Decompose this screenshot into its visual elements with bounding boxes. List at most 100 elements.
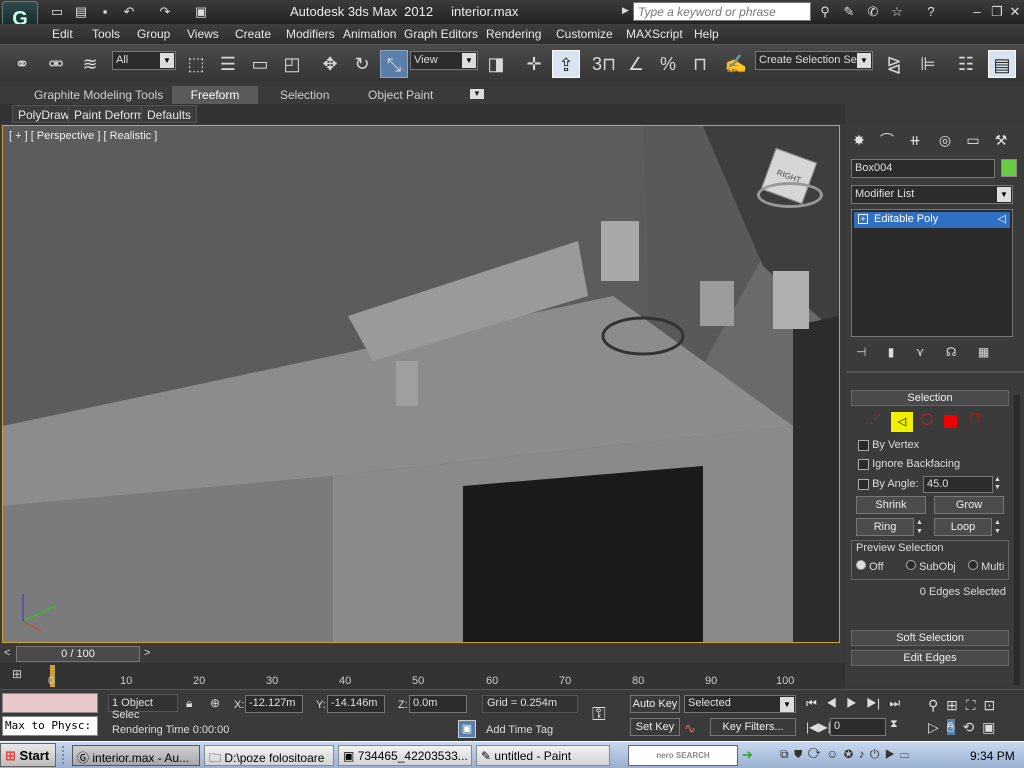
go-to-end-icon[interactable]: ⏭: [889, 696, 900, 710]
rotate-icon[interactable]: ↻: [348, 50, 376, 78]
zoom-all-icon[interactable]: ⊞: [946, 697, 958, 713]
time-next-icon[interactable]: >: [144, 647, 150, 659]
window-crossing-icon[interactable]: ◰: [278, 50, 306, 78]
loop-spinner-arrows[interactable]: ▲ ▼: [994, 518, 1004, 536]
task-folder[interactable]: 🗀︎ D:\poze folositoare: [204, 745, 334, 766]
viewport-label[interactable]: [ + ] [ Perspective ] [ Realistic ]: [9, 130, 157, 142]
help-icon[interactable]: ?: [922, 3, 940, 20]
reference-coordinate-dropdown[interactable]: View ▼: [410, 51, 478, 70]
by-angle-row[interactable]: By Angle:: [858, 478, 919, 490]
tray-player-icon[interactable]: ▶: [885, 747, 895, 761]
task-3dsmax[interactable]: Ⓖ interior.max - Au...: [72, 745, 200, 766]
time-configuration-icon[interactable]: ⧗: [890, 718, 898, 731]
graphite-ribbon-toggle-icon[interactable]: ▤: [988, 50, 1016, 78]
field-of-view-icon[interactable]: ▷: [928, 719, 939, 735]
by-vertex-row[interactable]: By Vertex: [858, 439, 919, 451]
scale-icon[interactable]: ⤡: [380, 50, 408, 78]
ring-spinner-arrows[interactable]: ▲ ▼: [916, 518, 926, 536]
search-arrow-icon[interactable]: ▶: [622, 5, 629, 16]
tray-messenger-icon[interactable]: ☺: [826, 747, 838, 761]
key-mode-toggle-icon[interactable]: |◀▶|: [806, 720, 831, 734]
menu-rendering[interactable]: Rendering: [486, 27, 541, 41]
ring-button[interactable]: Ring: [856, 518, 914, 536]
element-mode-icon[interactable]: ❒: [966, 412, 984, 430]
select-manipulate-icon[interactable]: ✛: [520, 50, 548, 78]
set-key-button[interactable]: Set Key: [630, 718, 680, 736]
y-coordinate-field[interactable]: -14.146m: [327, 695, 385, 713]
by-vertex-checkbox[interactable]: [858, 439, 869, 451]
zoom-icon[interactable]: ⚲: [928, 697, 938, 713]
display-tab-icon[interactable]: ▭: [962, 129, 984, 151]
selection-filter-dropdown[interactable]: All ▼: [112, 51, 176, 70]
search-input[interactable]: Type a keyword or phrase: [633, 2, 811, 21]
subscription-icon[interactable]: ✎: [840, 3, 858, 20]
next-frame-icon[interactable]: ▶|: [866, 696, 880, 710]
select-object-icon[interactable]: ⬚: [182, 50, 210, 78]
modify-tab-icon[interactable]: ⌒: [876, 129, 898, 151]
tab-object-paint[interactable]: Object Paint: [358, 86, 443, 104]
time-slider[interactable]: < 0 / 100 >: [0, 645, 845, 663]
time-slider-thumb[interactable]: 0 / 100: [16, 646, 140, 662]
create-tab-icon[interactable]: ✸: [848, 129, 870, 151]
preview-off-radio[interactable]: [856, 560, 866, 570]
favorites-icon[interactable]: ☆: [888, 3, 906, 20]
rectangular-selection-icon[interactable]: ▭: [246, 50, 274, 78]
go-arrow-icon[interactable]: ➔: [742, 747, 753, 763]
current-frame-field[interactable]: 0: [830, 718, 886, 736]
utilities-tab-icon[interactable]: ⚒: [990, 129, 1012, 151]
angle-spinner-input[interactable]: 45.0: [923, 476, 993, 493]
named-selection-set-dropdown[interactable]: Create Selection Se ▼: [755, 51, 873, 70]
paint-deform-button[interactable]: Paint Deform: [68, 105, 151, 123]
menu-group[interactable]: Group: [137, 27, 170, 41]
open-file-icon[interactable]: ▤: [72, 3, 90, 20]
maxscript-mini-listener[interactable]: Max to Physc:: [2, 716, 98, 736]
soft-selection-rollout-header[interactable]: Soft Selection: [851, 630, 1009, 646]
viewcube-ring[interactable]: [757, 182, 823, 208]
spinner-snap-icon[interactable]: ⊓: [686, 50, 714, 78]
move-icon[interactable]: ✥: [316, 50, 344, 78]
tray-shield-icon[interactable]: ⛊: [794, 747, 803, 761]
minimize-icon[interactable]: –: [968, 3, 986, 20]
viewcube[interactable]: RIGHT: [755, 147, 827, 214]
tray-security-icon[interactable]: ✪: [844, 747, 853, 761]
unlink-icon[interactable]: ⚮: [42, 50, 70, 78]
edit-named-selection-icon[interactable]: ✍: [722, 50, 750, 78]
show-end-result-icon[interactable]: ▮: [888, 345, 895, 359]
mirror-icon[interactable]: ⧎: [880, 50, 908, 78]
menu-maxscript[interactable]: MAXScript: [626, 27, 683, 41]
zoom-extents-all-icon[interactable]: ⊡: [983, 697, 995, 713]
stack-item-editable-poly[interactable]: + Editable Poly ◁: [854, 212, 1010, 228]
orbit-icon[interactable]: ⟲: [963, 719, 975, 735]
remove-modifier-icon[interactable]: ☊: [946, 345, 957, 359]
edge-mode-icon[interactable]: ◁: [891, 412, 913, 432]
tray-volume-icon[interactable]: ♪: [859, 747, 865, 761]
select-by-name-icon[interactable]: ☰: [214, 50, 242, 78]
make-unique-icon[interactable]: ⋎: [916, 345, 925, 359]
redo-icon[interactable]: ↷: [156, 3, 174, 20]
snaps-toggle-icon[interactable]: 3⊓: [590, 50, 618, 78]
isolate-toggle-icon[interactable]: ▣: [458, 720, 476, 738]
track-bar[interactable]: ⊞ 0 10 20 30 40 50 60 70 80 90 100: [0, 663, 845, 689]
preview-off-option[interactable]: Off: [856, 560, 884, 573]
lock-selection-icon[interactable]: 🔒︎: [186, 696, 192, 711]
preview-multi-option[interactable]: Multi: [968, 560, 1004, 573]
motion-tab-icon[interactable]: ◎: [934, 129, 956, 151]
menu-views[interactable]: Views: [187, 27, 219, 41]
tab-freeform[interactable]: Freeform: [172, 86, 258, 104]
menu-edit[interactable]: Edit: [52, 27, 73, 41]
menu-create[interactable]: Create: [235, 27, 271, 41]
absolute-mode-icon[interactable]: ⊕: [210, 696, 220, 710]
ignore-backfacing-checkbox[interactable]: [858, 458, 869, 470]
perspective-viewport[interactable]: [ + ] [ Perspective ] [ Realistic ] RIGH…: [2, 125, 840, 643]
menu-graph-editors[interactable]: Graph Editors: [404, 27, 478, 41]
go-to-start-icon[interactable]: ⏮: [806, 696, 817, 710]
menu-modifiers[interactable]: Modifiers: [286, 27, 335, 41]
select-and-link-icon[interactable]: ⚭: [8, 50, 36, 78]
zoom-extents-icon[interactable]: ⛶: [966, 697, 976, 713]
object-name-field[interactable]: Box004: [851, 159, 995, 178]
maximize-viewport-icon[interactable]: ▣: [982, 719, 995, 735]
set-key-mode-icon[interactable]: ⚿: [592, 704, 606, 725]
border-mode-icon[interactable]: ◯: [918, 412, 936, 430]
auto-key-button[interactable]: Auto Key: [630, 695, 680, 713]
close-icon[interactable]: ✕: [1006, 3, 1024, 20]
